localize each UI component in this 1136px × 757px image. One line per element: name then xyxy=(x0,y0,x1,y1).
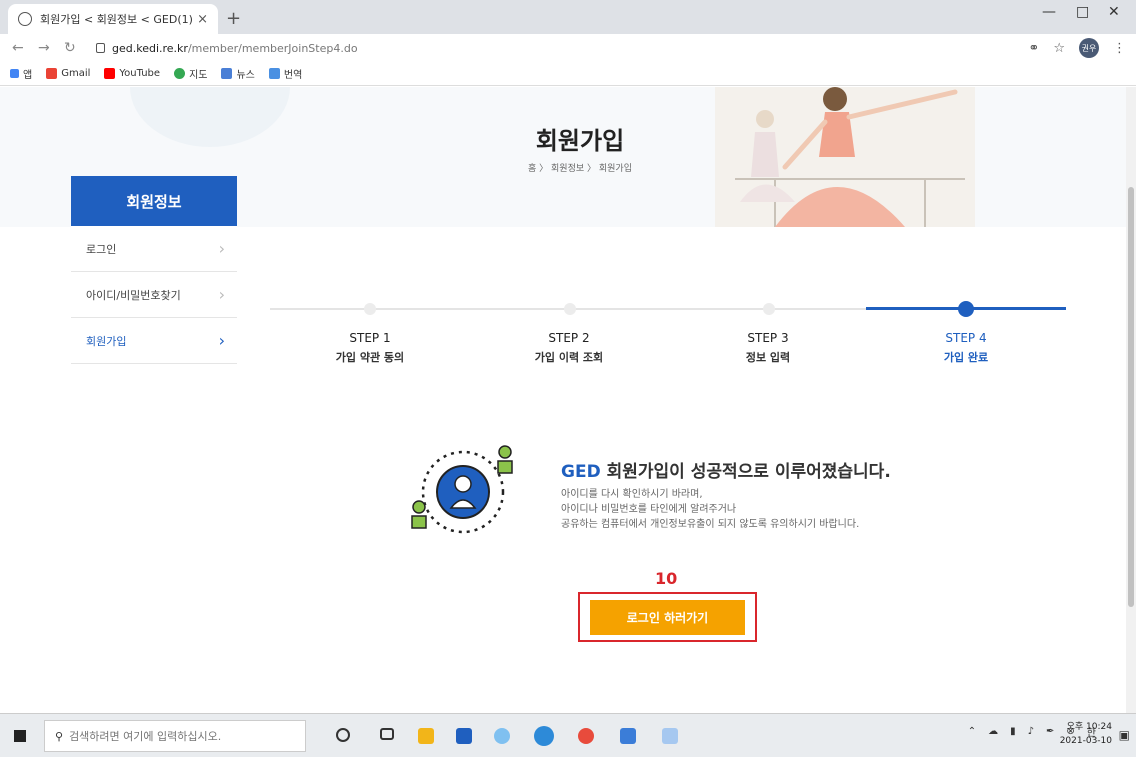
step-dot xyxy=(564,303,576,315)
sidebar-header: 회원정보 xyxy=(71,176,237,226)
new-tab-button[interactable]: + xyxy=(226,8,241,29)
success-title: GED 회원가입이 성공적으로 이루어졌습니다. xyxy=(561,457,891,482)
bookmark-maps[interactable]: 지도 xyxy=(174,66,207,81)
step-3-title: 정보 입력 xyxy=(745,351,791,364)
search-icon: ⚲ xyxy=(55,729,64,743)
sidebar-item-login[interactable]: 로그인 › xyxy=(71,226,237,272)
browser-tab-bar: 회원가입 < 회원정보 < GED(1) × + — □ ✕ xyxy=(0,0,1136,34)
windows-taskbar: ⚲ ⌃ ☁ ▮ ♪ ✒ ⊗ 한 오후 10:24 2021-03-10 ▣ xyxy=(0,713,1136,757)
taskbar-search[interactable]: ⚲ xyxy=(44,720,306,752)
task-view-icon[interactable] xyxy=(380,728,394,740)
scroll-thumb[interactable] xyxy=(1128,187,1134,607)
mail-icon[interactable] xyxy=(456,728,472,744)
bookmark-youtube[interactable]: YouTube xyxy=(104,68,160,79)
profile-avatar[interactable]: 권우 xyxy=(1079,38,1099,58)
breadcrumb: 홈 〉 회원정보 〉 회원가입 xyxy=(528,164,632,174)
chevron-right-icon: › xyxy=(218,285,225,304)
menu-icon[interactable]: ⋮ xyxy=(1113,41,1126,56)
ged-brand: GED xyxy=(561,462,601,482)
clock-date: 2021-03-10 xyxy=(1059,736,1112,746)
step-1-label: STEP 1 xyxy=(349,331,391,345)
minimize-icon[interactable]: — xyxy=(1042,4,1056,20)
notification-icon[interactable]: ▣ xyxy=(1119,728,1130,742)
close-window-icon[interactable]: ✕ xyxy=(1108,4,1120,20)
globe-icon xyxy=(18,12,32,26)
url-path: /member/memberJoinStep4.do xyxy=(187,41,358,55)
map-pin-icon xyxy=(174,68,186,79)
chevron-right-icon: › xyxy=(218,331,225,350)
key-icon[interactable]: ⚭ xyxy=(1028,41,1039,56)
chevron-up-icon[interactable]: ⌃ xyxy=(968,726,976,737)
cortana-icon[interactable] xyxy=(336,728,350,742)
sidebar-item-label: 아이디/비밀번호찾기 xyxy=(86,288,181,302)
success-message-line: 아이디를 다시 확인하시기 바라며, xyxy=(561,489,703,500)
maximize-icon[interactable]: □ xyxy=(1076,4,1089,20)
star-icon[interactable]: ☆ xyxy=(1053,41,1065,56)
step-4-title: 가입 완료 xyxy=(943,351,989,364)
url-field[interactable]: ged.kedi.re.kr /member/memberJoinStep4.d… xyxy=(96,36,1016,60)
ie-icon[interactable] xyxy=(494,728,510,744)
member-network-icon xyxy=(411,445,513,534)
bookmark-apps[interactable]: 앱 xyxy=(10,66,32,81)
annotation-number: 10 xyxy=(655,569,678,588)
bookmark-gmail[interactable]: Gmail xyxy=(46,68,90,79)
forward-icon[interactable]: → xyxy=(38,40,52,56)
youtube-icon xyxy=(104,68,116,79)
step-dot xyxy=(364,303,376,315)
taskbar-search-input[interactable] xyxy=(69,729,290,743)
edge-icon[interactable] xyxy=(534,726,554,746)
bookmark-news[interactable]: 뉴스 xyxy=(221,66,255,81)
success-message-line: 공유하는 컴퓨터에서 개인정보유출이 되지 않도록 유의하시기 바랍니다. xyxy=(561,519,860,530)
speaker-icon[interactable]: ♪ xyxy=(1028,726,1034,737)
bookmarks-bar: 앱 Gmail YouTube 지도 뉴스 번역 xyxy=(0,62,1136,86)
success-message-line: 아이디나 비밀번호를 타인에게 알려주거나 xyxy=(561,504,737,515)
step-2-label: STEP 2 xyxy=(548,331,590,345)
success-title-text: 회원가입이 성공적으로 이루어졌습니다. xyxy=(600,462,891,482)
bookmark-translate[interactable]: 번역 xyxy=(268,66,302,81)
browser-tab[interactable]: 회원가입 < 회원정보 < GED(1) × xyxy=(8,4,218,34)
windows-start-icon[interactable] xyxy=(14,730,26,742)
app-icon[interactable] xyxy=(620,728,636,744)
battery-icon[interactable]: ▮ xyxy=(1010,726,1016,737)
sidebar-item-find-account[interactable]: 아이디/비밀번호찾기 › xyxy=(71,272,237,318)
pen-icon[interactable]: ✒ xyxy=(1046,726,1054,737)
chrome-icon[interactable] xyxy=(578,728,594,744)
sidebar-item-label: 로그인 xyxy=(86,242,117,256)
address-bar: ← → ↻ ged.kedi.re.kr /member/memberJoinS… xyxy=(0,34,1136,62)
page-content: 회원가입 홈 〉 회원정보 〉 회원가입 회원정보 로그인 › 아이디/비밀번호… xyxy=(0,87,1126,713)
step-2-title: 가입 이력 조회 xyxy=(534,351,604,364)
chevron-right-icon: › xyxy=(218,239,225,258)
clock-time: 오후 10:24 xyxy=(1066,722,1112,732)
page-scrollbar[interactable] xyxy=(1126,87,1136,713)
apps-grid-icon xyxy=(10,69,19,78)
step-3-label: STEP 3 xyxy=(747,331,789,345)
go-to-login-button[interactable]: 로그인 하러가기 xyxy=(590,600,745,635)
taskbar-clock[interactable]: 오후 10:24 2021-03-10 xyxy=(1060,720,1112,748)
step-4-label: STEP 4 xyxy=(945,331,987,345)
news-icon xyxy=(221,68,233,79)
page-title: 회원가입 xyxy=(535,127,625,155)
ballet-dancer-illustration xyxy=(715,87,975,227)
translate-icon xyxy=(268,68,280,79)
paint-icon[interactable] xyxy=(662,728,678,744)
back-icon[interactable]: ← xyxy=(12,40,26,56)
sidebar-item-signup[interactable]: 회원가입 › xyxy=(71,318,237,364)
url-host: ged.kedi.re.kr xyxy=(112,41,188,55)
tab-close-icon[interactable]: × xyxy=(197,12,208,27)
reload-icon[interactable]: ↻ xyxy=(64,40,78,56)
lock-icon xyxy=(96,43,105,53)
sidebar-item-label: 회원가입 xyxy=(86,334,127,348)
cloud-icon[interactable]: ☁ xyxy=(988,726,998,737)
step-dot-active xyxy=(958,301,974,317)
file-explorer-icon[interactable] xyxy=(418,728,434,744)
decor-circle xyxy=(130,87,290,147)
step-dot xyxy=(763,303,775,315)
step-1-title: 가입 약관 동의 xyxy=(335,351,405,364)
gmail-icon xyxy=(46,68,58,79)
tab-title: 회원가입 < 회원정보 < GED(1) xyxy=(40,13,193,26)
